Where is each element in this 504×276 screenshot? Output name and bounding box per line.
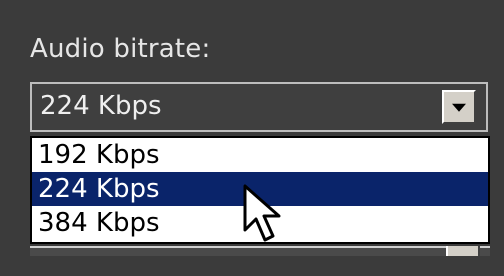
audio-settings-panel: Audio bitrate: 224 Kbps 192 Kbps 224 Kbp… bbox=[0, 0, 504, 276]
dropdown-button[interactable] bbox=[442, 90, 476, 124]
audio-bitrate-combobox[interactable]: 224 Kbps bbox=[30, 82, 488, 132]
combobox-selected-value: 224 Kbps bbox=[40, 91, 162, 121]
bitrate-option-192[interactable]: 192 Kbps bbox=[32, 138, 488, 172]
audio-bitrate-label: Audio bitrate: bbox=[30, 34, 211, 64]
chevron-down-icon bbox=[452, 103, 466, 112]
dropdown-button-edge bbox=[446, 246, 480, 256]
mouse-pointer-icon bbox=[243, 184, 281, 242]
